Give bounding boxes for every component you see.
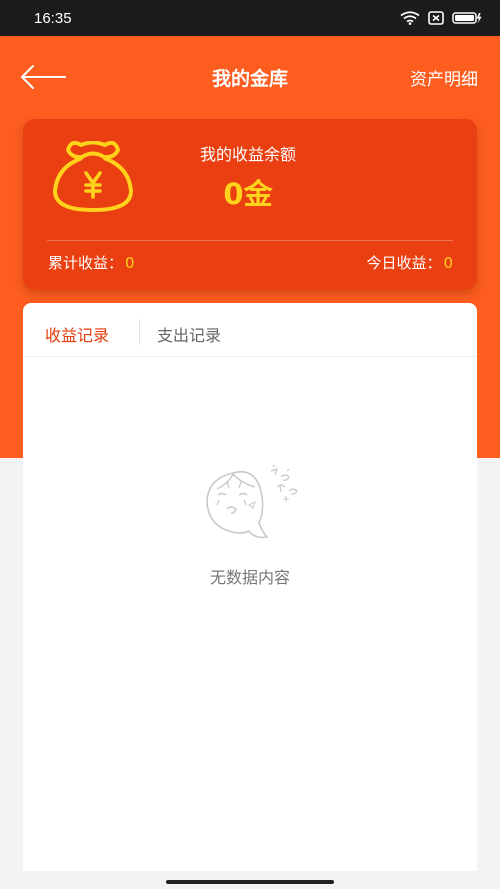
records-tabs: 收益记录 支出记录 — [23, 303, 477, 357]
today-earnings: 今日收益： 0 — [366, 252, 453, 273]
wifi-icon — [400, 11, 420, 25]
empty-state-text: 无数据内容 — [209, 568, 290, 587]
home-indicator[interactable] — [166, 880, 334, 884]
balance-card: 我的收益余额 0金 累计收益： 0 今日收益： 0 — [23, 119, 477, 290]
today-earnings-label: 今日收益： — [366, 254, 442, 272]
page-title: 我的金库 — [211, 67, 288, 90]
card-divider — [47, 240, 453, 241]
tab-expense-records[interactable]: 支出记录 — [157, 322, 221, 346]
accumulated-earnings-label: 累计收益： — [48, 254, 124, 272]
balance-label: 我的收益余额 — [199, 145, 296, 164]
empty-ghost-icon — [206, 465, 298, 539]
asset-details-link[interactable]: 资产明细 — [410, 65, 478, 90]
status-bar: 16:35 — [0, 0, 500, 36]
back-arrow-icon[interactable] — [20, 62, 66, 92]
status-time: 16:35 — [34, 9, 72, 27]
tab-divider — [139, 319, 140, 345]
battery-icon — [452, 12, 482, 24]
accumulated-earnings: 累计收益： 0 — [48, 252, 135, 273]
today-earnings-value: 0 — [443, 254, 453, 272]
sim-disabled-icon — [428, 11, 444, 25]
balance-value: 0金 — [223, 177, 273, 211]
accumulated-earnings-value: 0 — [125, 254, 135, 272]
tab-earnings-records[interactable]: 收益记录 — [45, 322, 109, 346]
status-icons — [400, 11, 482, 25]
records-panel: 收益记录 支出记录 无数据内容 — [23, 303, 477, 871]
nav-bar: 我的金库 资产明细 — [0, 36, 500, 118]
